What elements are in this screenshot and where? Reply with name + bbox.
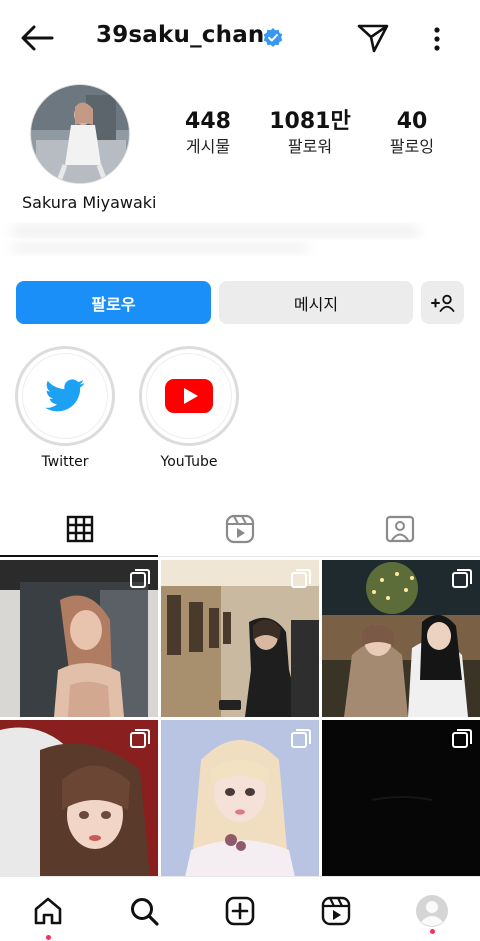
verified-badge-icon (262, 27, 284, 49)
redacted-bio (0, 212, 480, 262)
reels-icon (225, 514, 255, 543)
profile-avatar-icon (416, 895, 448, 927)
profile-avatar[interactable] (30, 84, 130, 184)
active-tab-indicator (0, 555, 158, 557)
highlight-label: Twitter (41, 454, 89, 470)
highlight-label: YouTube (160, 454, 218, 470)
profile-username: 39saku_chan (96, 22, 265, 48)
content-tabs (0, 500, 480, 557)
home-icon (34, 897, 62, 925)
top-bar: 39saku_chan (0, 0, 480, 76)
kebab-menu-icon (434, 27, 440, 51)
posts-grid (0, 560, 480, 877)
followers-count: 1081만 (269, 109, 351, 134)
following-count: 40 (396, 109, 428, 134)
more-options-button[interactable] (426, 24, 448, 54)
bottom-navigation (0, 876, 480, 941)
tagged-icon (385, 515, 415, 542)
multiple-photos-icon (452, 729, 472, 748)
nav-search[interactable] (124, 891, 164, 931)
back-button[interactable] (18, 22, 58, 54)
back-arrow-icon (21, 25, 54, 51)
paper-plane-icon (357, 24, 389, 53)
highlight-twitter[interactable]: Twitter (15, 346, 115, 470)
search-icon (131, 898, 159, 926)
tab-tagged[interactable] (320, 500, 480, 557)
followers-stat[interactable]: 1081만 팔로워 (268, 108, 352, 158)
nav-profile[interactable] (412, 891, 452, 931)
notification-dot (46, 935, 51, 940)
post-thumbnail[interactable] (322, 720, 480, 877)
multiple-photos-icon (130, 729, 150, 748)
notification-dot (430, 929, 435, 934)
multiple-photos-icon (291, 569, 311, 588)
follow-button[interactable]: 팔로우 (16, 281, 211, 324)
post-thumbnail[interactable] (0, 720, 158, 877)
multiple-photos-icon (291, 729, 311, 748)
nav-home[interactable] (28, 891, 68, 931)
twitter-bird-icon (45, 379, 85, 412)
youtube-play-icon (165, 379, 213, 413)
post-thumbnail[interactable] (0, 560, 158, 717)
create-icon (225, 896, 255, 926)
reels-icon (321, 896, 351, 926)
posts-label: 게시물 (185, 137, 231, 156)
posts-count: 448 (185, 109, 231, 134)
add-person-icon (430, 294, 454, 312)
multiple-photos-icon (452, 569, 472, 588)
following-stat[interactable]: 40 팔로잉 (382, 108, 442, 158)
message-button[interactable]: 메시지 (219, 281, 413, 324)
tab-posts-grid[interactable] (0, 500, 160, 557)
profile-full-name: Sakura Miyawaki (22, 193, 157, 212)
suggested-users-button[interactable] (421, 281, 464, 324)
posts-stat[interactable]: 448 게시물 (178, 108, 238, 158)
nav-reels[interactable] (316, 891, 356, 931)
followers-label: 팔로워 (287, 137, 333, 156)
post-thumbnail[interactable] (322, 560, 480, 717)
nav-create[interactable] (220, 891, 260, 931)
post-thumbnail[interactable] (161, 560, 319, 717)
following-label: 팔로잉 (389, 137, 435, 156)
multiple-photos-icon (130, 569, 150, 588)
post-thumbnail[interactable] (161, 720, 319, 877)
tab-reels[interactable] (160, 500, 320, 557)
direct-message-button[interactable] (356, 22, 390, 54)
highlight-youtube[interactable]: YouTube (139, 346, 239, 470)
grid-icon (66, 515, 94, 542)
